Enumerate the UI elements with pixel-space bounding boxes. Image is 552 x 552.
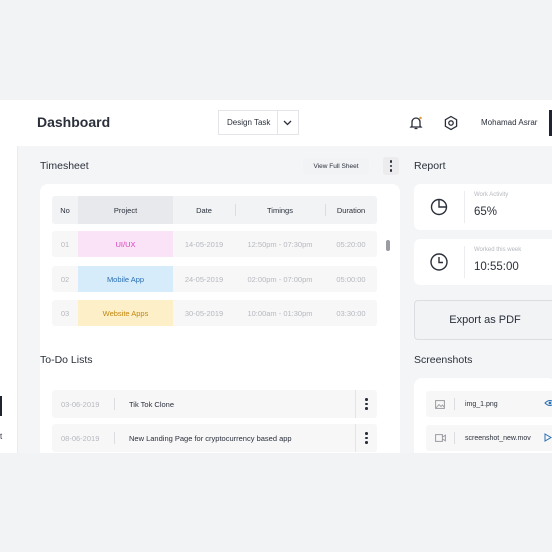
sidebar-item-label[interactable]: t [0,432,2,441]
row-duration: 05:00:00 [336,274,366,284]
export-pdf-button[interactable]: Export as PDF [414,300,552,340]
table-scrollbar[interactable] [386,240,390,251]
task-select-value: Design Task [227,118,271,127]
project-chip: Website Apps [78,300,173,326]
todo-text: New Landing Page for cryptocurrency base… [129,433,292,443]
bell-icon[interactable] [408,115,424,131]
timesheet-title: Timesheet [40,160,89,172]
column-header-project[interactable]: Project [78,196,173,224]
pie-chart-icon [429,197,449,217]
image-icon [426,399,454,409]
table-row[interactable]: 02 Mobile App 24-05-2019 02:00pm - 07:00… [52,266,377,292]
row-date: 14-05-2019 [184,239,224,249]
row-duration: 05:20:00 [336,239,366,249]
column-header-date: Date [196,205,212,215]
row-date: 30-05-2019 [184,308,224,318]
task-select-dropdown[interactable]: Design Task [218,110,299,135]
row-duration: 03:30:00 [336,308,366,318]
todo-text: Tik Tok Clone [129,399,175,409]
top-bar: Dashboard Design Task Mohamad Asrar [0,100,552,146]
row-timings: 02:00pm - 07:00pm [247,274,313,284]
eye-icon[interactable] [544,399,552,409]
row-timings: 12:50pm - 07:30pm [247,239,313,249]
row-no: 02 [60,274,70,284]
chevron-down-icon[interactable] [276,111,298,134]
work-activity-card: Work Activity 65% [414,184,552,230]
table-row[interactable]: 03 Website Apps 30-05-2019 10:00am - 01:… [52,300,377,326]
todo-date: 03-06-2019 [61,399,100,409]
report-title: Report [414,160,446,172]
project-chip: Mobile App [78,266,173,292]
row-no: 03 [60,308,70,318]
row-timings: 10:00am - 01:30pm [247,308,313,318]
row-no: 01 [60,239,70,249]
screenshot-name: screenshot_new.mov [465,434,531,442]
timesheet-header-row: No Project Date Timings Duration [52,196,377,224]
sidebar-active-marker [0,396,2,416]
list-item[interactable]: 03-06-2019 Tik Tok Clone [52,390,377,418]
play-icon[interactable] [544,432,552,444]
user-name[interactable]: Mohamad Asrar [481,118,537,127]
list-item[interactable]: 08-06-2019 New Landing Page for cryptocu… [52,424,377,452]
dashboard-page: t Dashboard Design Task Mohamad Asrar Ti… [0,100,552,453]
column-header-duration: Duration [325,196,377,224]
worked-hours-card: Worked this week 10:55:00 [414,239,552,285]
list-item[interactable]: screenshot_new.mov [426,425,552,451]
project-chip: UI/UX [78,231,173,257]
video-icon [426,434,454,442]
column-header-timings: Timings [235,196,325,224]
screenshot-name: img_1.png [465,400,498,408]
clock-icon [429,252,449,272]
worked-value: 10:55:00 [474,261,519,273]
todo-more-icon[interactable] [355,424,377,452]
list-item[interactable]: img_1.png [426,391,552,417]
view-full-sheet-button[interactable]: View Full Sheet [303,158,369,174]
todo-date: 08-06-2019 [61,433,100,443]
worked-caption: Worked this week [474,247,522,253]
column-header-no: No [60,205,70,215]
row-date: 24-05-2019 [184,274,224,284]
work-activity-value: 65% [474,206,498,218]
timesheet-more-button[interactable] [383,157,399,175]
screenshots-title: Screenshots [414,354,473,366]
sidebar: t [0,100,18,453]
table-row[interactable]: 01 UI/UX 14-05-2019 12:50pm - 07:30pm 05… [52,231,377,257]
todo-more-icon[interactable] [355,390,377,418]
work-activity-caption: Work Activity [474,192,509,198]
page-title: Dashboard [37,114,111,130]
todo-title: To-Do Lists [40,354,93,366]
gear-icon[interactable] [443,115,459,131]
